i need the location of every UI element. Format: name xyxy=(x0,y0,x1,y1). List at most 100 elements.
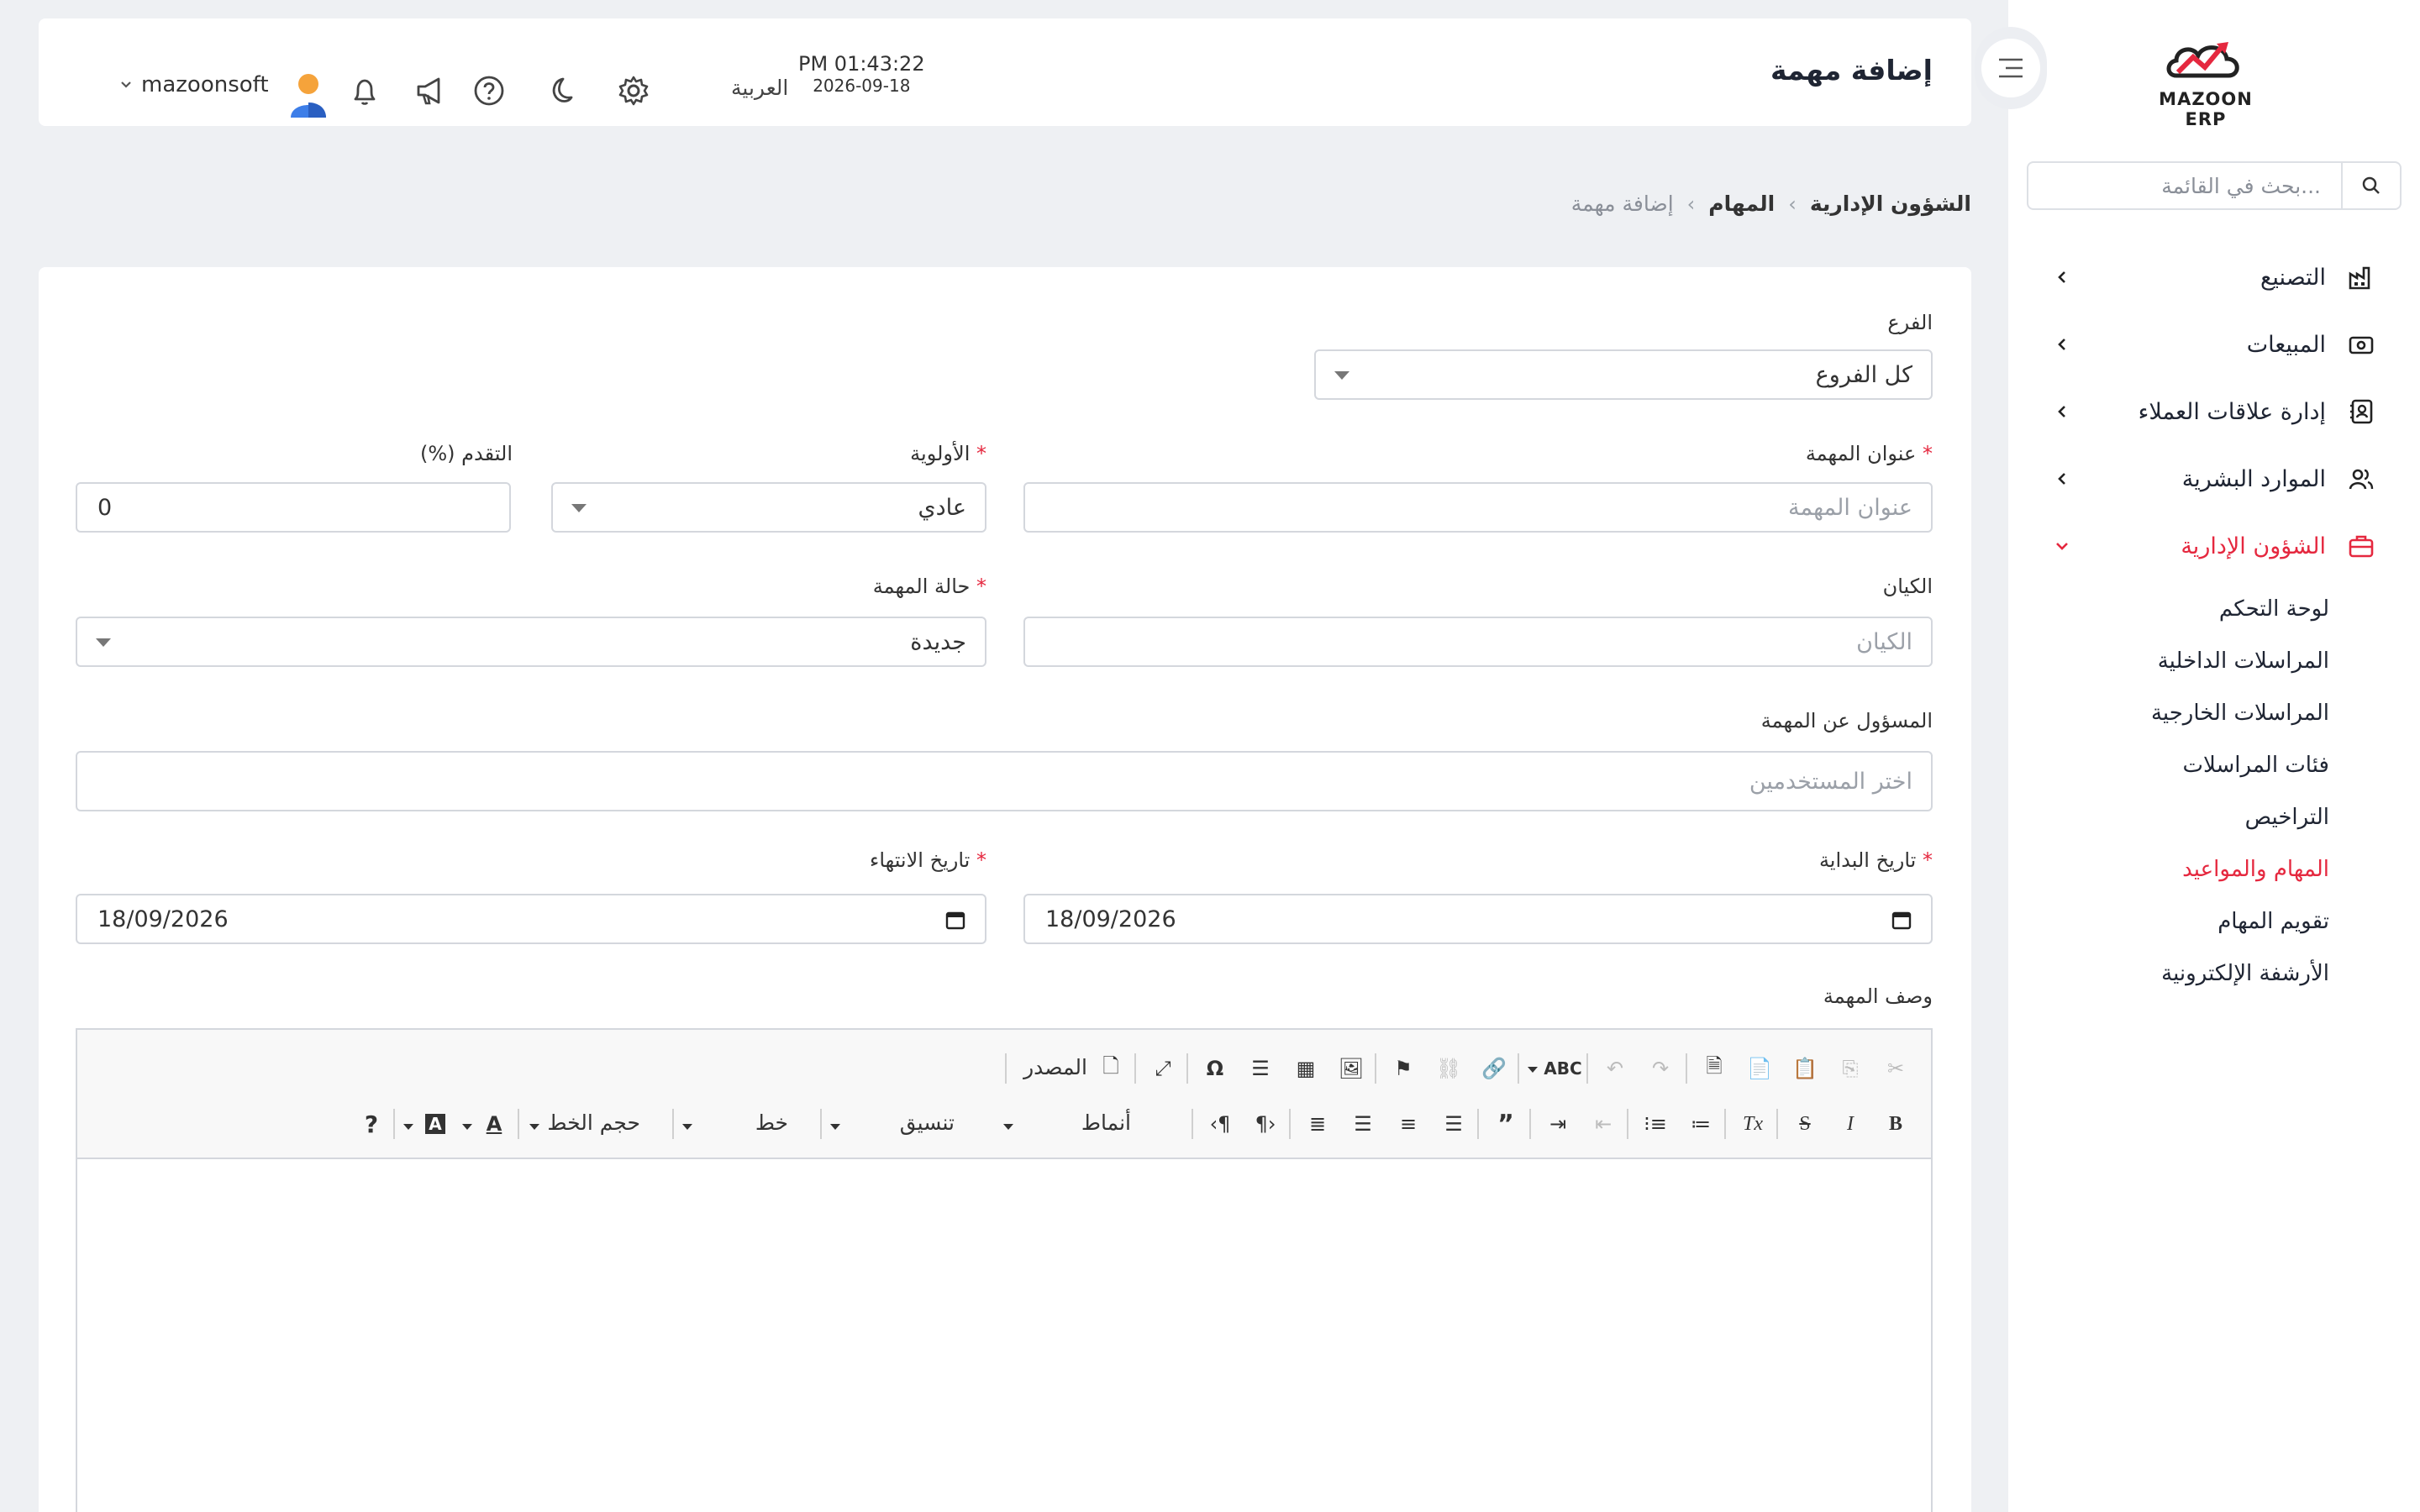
paste-word-icon[interactable]: 🗎 xyxy=(1697,1052,1731,1085)
sidebar-menu: التصنيع المبيعات إدارة علاقات العملاء ال… xyxy=(2008,244,2420,1000)
link-icon[interactable]: 🔗 xyxy=(1477,1052,1511,1085)
avatar[interactable] xyxy=(287,72,329,119)
unlink-icon[interactable]: ⛓ xyxy=(1432,1052,1465,1085)
caret-down-icon[interactable] xyxy=(403,1124,413,1130)
horizontal-line-icon[interactable]: ☰ xyxy=(1244,1052,1277,1085)
bulleted-list-icon[interactable]: ⁝≡ xyxy=(1639,1107,1672,1141)
font-dropdown[interactable]: خط xyxy=(755,1110,788,1135)
sidebar-subitem-external-mail[interactable]: المراسلات الخارجية xyxy=(2008,687,2420,739)
source-icon[interactable]: 🗋 xyxy=(1094,1052,1128,1085)
text-direction-rtl-icon[interactable]: ‹¶ xyxy=(1203,1107,1237,1141)
paste-icon[interactable]: 📋 xyxy=(1788,1052,1822,1085)
special-char-icon[interactable]: Ω xyxy=(1198,1052,1232,1085)
caret-down-icon[interactable] xyxy=(830,1124,840,1130)
italic-icon[interactable]: I xyxy=(1833,1107,1867,1141)
logo[interactable]: MAZOON ERP xyxy=(2143,34,2269,129)
sidebar-subitem-tasks[interactable]: المهام والمواعيد xyxy=(2008,843,2420,895)
sidebar-item-administration[interactable]: الشؤون الإدارية xyxy=(2008,512,2420,580)
bell-icon[interactable] xyxy=(346,72,383,109)
breadcrumb-item-administration[interactable]: الشؤون الإدارية xyxy=(1810,192,1971,216)
calendar-icon[interactable] xyxy=(1891,909,1912,931)
priority-select[interactable]: عادي xyxy=(551,482,986,533)
sidebar-subitem-internal-mail[interactable]: المراسلات الداخلية xyxy=(2008,635,2420,687)
text-direction-ltr-icon[interactable]: ¶› xyxy=(1249,1107,1282,1141)
toolbar-separator xyxy=(1586,1053,1588,1084)
sidebar-item-sales[interactable]: المبيعات xyxy=(2008,311,2420,378)
status-value: جديدة xyxy=(910,628,966,655)
rich-text-editor[interactable]: ✂ ⎘ 📋 📄 🗎 ↷ ↶ ABC 🔗 ⛓ ⚑ 🖼 ▦ ☰ Ω ⤢ 🗋 المص… xyxy=(76,1028,1933,1512)
sidebar-subitem-dashboard[interactable]: لوحة التحكم xyxy=(2008,583,2420,635)
toolbar-separator xyxy=(820,1109,822,1139)
sidebar-item-label: الشؤون الإدارية xyxy=(2181,533,2326,559)
assignee-select[interactable]: اختر المستخدمين xyxy=(76,751,1933,811)
sidebar-search[interactable]: بحث في القائمة... xyxy=(2027,161,2402,210)
anchor-flag-icon[interactable]: ⚑ xyxy=(1386,1052,1420,1085)
styles-dropdown[interactable]: أنماط xyxy=(1081,1110,1131,1135)
remove-format-icon[interactable]: Tx xyxy=(1736,1107,1770,1141)
moon-icon[interactable] xyxy=(539,72,576,109)
image-icon[interactable]: 🖼 xyxy=(1334,1052,1368,1085)
sidebar-item-manufacturing[interactable]: التصنيع xyxy=(2008,244,2420,311)
caret-down-icon[interactable] xyxy=(682,1124,692,1130)
sidebar-subitem-task-calendar[interactable]: تقويم المهام xyxy=(2008,895,2420,948)
status-select[interactable]: جديدة xyxy=(76,617,986,667)
sidebar-item-hr[interactable]: الموارد البشرية xyxy=(2008,445,2420,512)
gear-icon[interactable] xyxy=(615,72,652,109)
source-button[interactable]: المصدر xyxy=(1023,1055,1087,1079)
caret-down-icon[interactable] xyxy=(529,1124,539,1130)
task-title-input[interactable]: عنوان المهمة xyxy=(1023,482,1933,533)
editor-content-area[interactable] xyxy=(77,1159,1931,1495)
spellcheck-icon[interactable]: ABC xyxy=(1544,1052,1581,1085)
maximize-icon[interactable]: ⤢ xyxy=(1146,1052,1180,1085)
start-date-value: 18/09/2026 xyxy=(1045,906,1176,932)
breadcrumb-item-tasks[interactable]: المهام xyxy=(1708,192,1775,216)
copy-icon[interactable]: ⎘ xyxy=(1833,1052,1867,1085)
format-dropdown[interactable]: تنسيق xyxy=(900,1110,955,1135)
entity-input[interactable]: الكيان xyxy=(1023,617,1933,667)
megaphone-icon[interactable] xyxy=(412,72,449,109)
sidebar-search-input[interactable]: بحث في القائمة... xyxy=(2028,174,2341,198)
paste-text-icon[interactable]: 📄 xyxy=(1743,1052,1776,1085)
sidebar-subitem-archive[interactable]: الأرشفة الإلكترونية xyxy=(2008,948,2420,1000)
branch-label: الفرع xyxy=(1887,311,1933,334)
language-switch[interactable]: العربية xyxy=(731,76,788,100)
user-menu[interactable]: mazoonsoft xyxy=(119,72,269,97)
align-justify-icon[interactable]: ≣ xyxy=(1301,1107,1334,1141)
caret-down-icon[interactable] xyxy=(1003,1124,1013,1130)
search-icon[interactable] xyxy=(2341,163,2400,208)
sidebar-toggle-button[interactable] xyxy=(1975,27,2047,109)
table-icon[interactable]: ▦ xyxy=(1289,1052,1323,1085)
branch-select[interactable]: كل الفروع xyxy=(1314,349,1933,400)
cut-icon[interactable]: ✂ xyxy=(1879,1052,1912,1085)
numbered-list-icon[interactable]: ≔ xyxy=(1684,1107,1718,1141)
toolbar-separator xyxy=(1724,1109,1726,1139)
caret-down-icon[interactable] xyxy=(462,1124,472,1130)
toolbar-separator xyxy=(1134,1053,1136,1084)
sidebar-subitem-mail-categories[interactable]: فئات المراسلات xyxy=(2008,739,2420,791)
redo-icon[interactable]: ↷ xyxy=(1644,1052,1677,1085)
background-color-icon[interactable]: A xyxy=(418,1107,452,1141)
sidebar-subitem-licenses[interactable]: التراخيص xyxy=(2008,791,2420,843)
chevron-down-icon xyxy=(2052,536,2072,556)
text-color-icon[interactable]: A xyxy=(477,1107,511,1141)
blockquote-icon[interactable]: ” xyxy=(1489,1107,1523,1141)
calendar-icon[interactable] xyxy=(944,909,966,931)
bold-icon[interactable]: B xyxy=(1879,1107,1912,1141)
toolbar-separator xyxy=(1518,1053,1519,1084)
sidebar-item-crm[interactable]: إدارة علاقات العملاء xyxy=(2008,378,2420,445)
undo-icon[interactable]: ↶ xyxy=(1598,1052,1632,1085)
font-size-dropdown[interactable]: حجم الخط xyxy=(547,1110,640,1135)
outdent-icon[interactable]: ⇤ xyxy=(1586,1107,1620,1141)
progress-input[interactable]: 0 xyxy=(76,482,511,533)
strikethrough-icon[interactable]: S xyxy=(1788,1107,1822,1141)
help-icon[interactable] xyxy=(471,72,508,109)
start-date-input[interactable]: 18/09/2026 xyxy=(1023,894,1933,944)
indent-icon[interactable]: ⇥ xyxy=(1541,1107,1575,1141)
help-icon[interactable]: ? xyxy=(355,1107,388,1141)
align-right-icon[interactable]: ☰ xyxy=(1346,1107,1380,1141)
end-date-input[interactable]: 18/09/2026 xyxy=(76,894,986,944)
align-center-icon[interactable]: ≡ xyxy=(1392,1107,1425,1141)
align-left-icon[interactable]: ☰ xyxy=(1437,1107,1470,1141)
top-header: إضافة مهمة PM 01:43:22 2026-09-18 العربي… xyxy=(39,18,1971,126)
caret-down-icon[interactable] xyxy=(1528,1067,1538,1073)
